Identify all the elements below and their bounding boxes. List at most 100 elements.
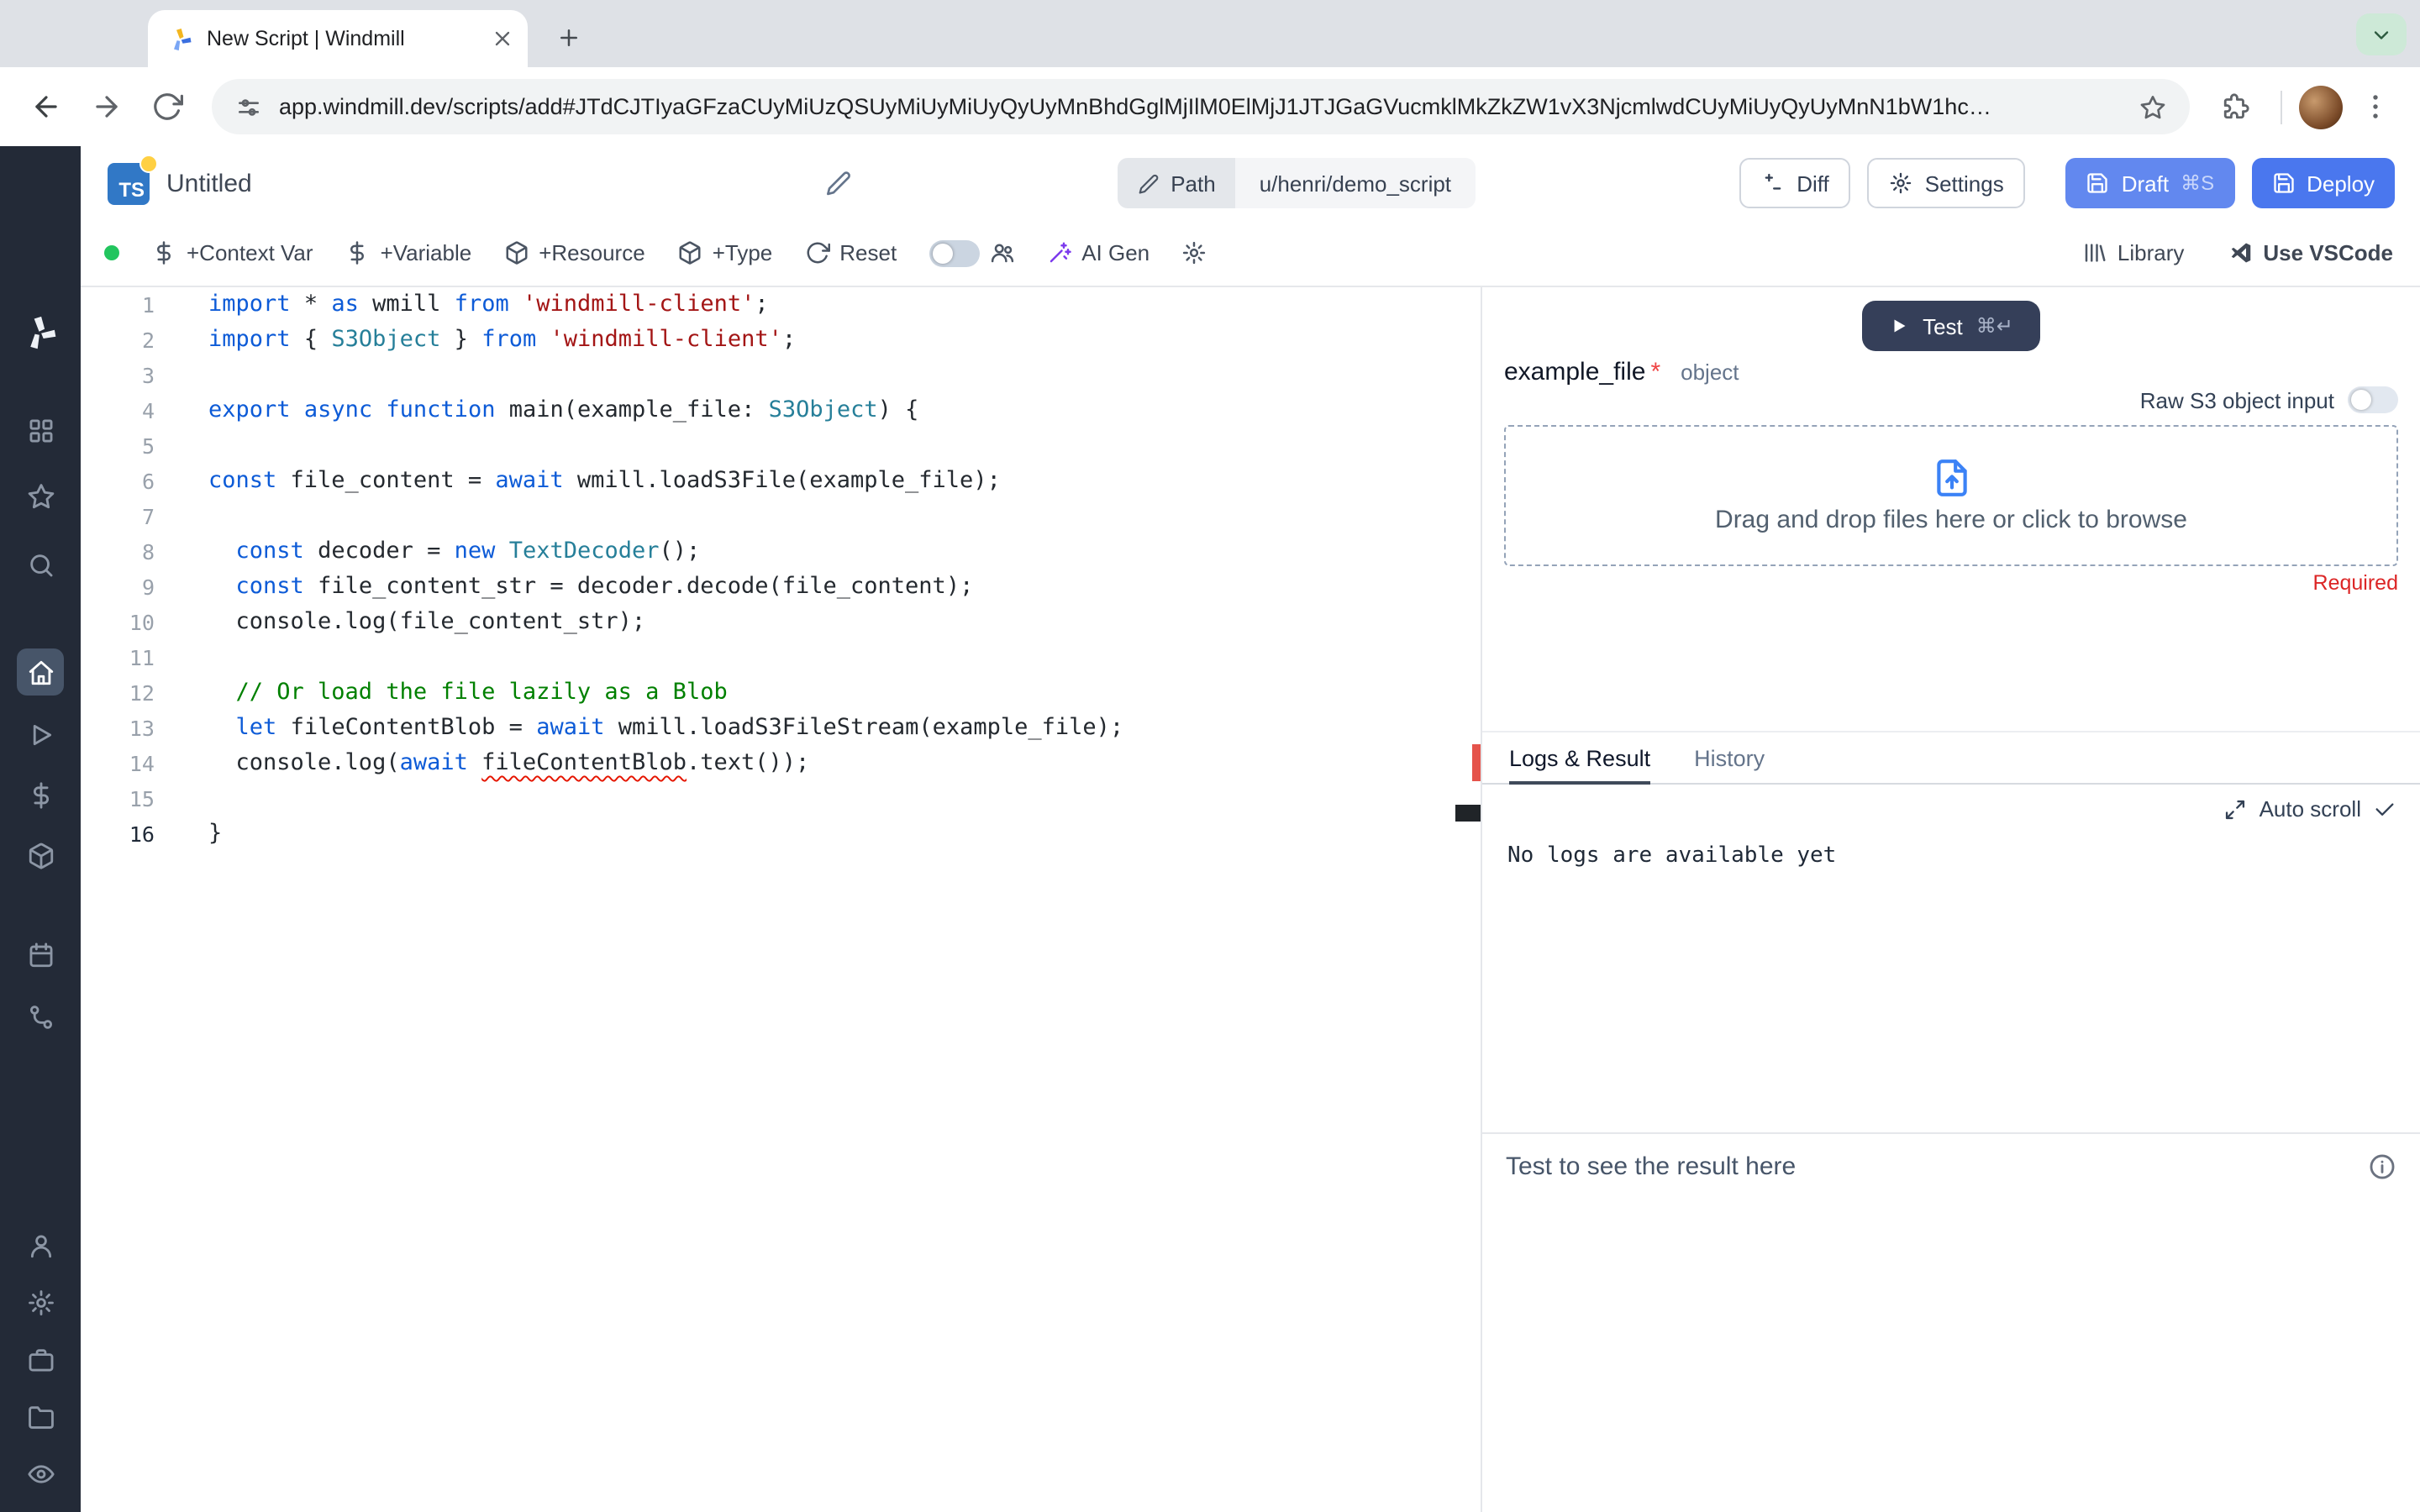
deploy-label: Deploy <box>2307 171 2375 196</box>
script-title[interactable]: Untitled <box>166 169 252 197</box>
code-line[interactable]: 10 console.log(file_content_str); <box>81 605 1481 640</box>
save-icon <box>2088 173 2108 193</box>
sidebar-item-resources[interactable] <box>17 832 64 879</box>
sidebar-item-settings[interactable] <box>17 1278 64 1326</box>
code-line[interactable]: 1 import * as wmill from 'windmill-client… <box>81 287 1481 323</box>
diff-button[interactable]: Diff <box>1739 158 1851 208</box>
gear-icon <box>1891 172 1912 194</box>
test-button[interactable]: Test ⌘↵ <box>1862 301 2040 351</box>
sidebar-item-audit-logs[interactable] <box>17 1450 64 1497</box>
path-edit-button[interactable]: Path <box>1117 158 1236 208</box>
reload-button[interactable] <box>138 78 195 135</box>
code-line[interactable]: 2 import { S3Object } from 'windmill-clie… <box>81 323 1481 358</box>
diff-label: Diff <box>1797 171 1829 196</box>
address-bar[interactable]: app.windmill.dev/scripts/add#JTdCJTIyaGF… <box>212 79 2190 134</box>
forward-button[interactable] <box>77 78 134 135</box>
tab-history[interactable]: History <box>1694 732 1765 783</box>
deploy-button[interactable]: Deploy <box>2251 158 2396 208</box>
browser-tab[interactable]: New Script | Windmill <box>148 10 528 67</box>
code-line[interactable]: 13 let fileContentBlob = await wmill.loa… <box>81 711 1481 746</box>
users-icon <box>991 244 1013 263</box>
code-line[interactable]: 3 <box>81 358 1481 393</box>
bookmark-star-icon[interactable] <box>2139 93 2166 120</box>
emoji-badge <box>139 154 158 172</box>
gear-icon <box>1183 241 1206 265</box>
sidebar-item-search[interactable] <box>17 541 64 588</box>
line-number: 11 <box>129 645 155 670</box>
extensions-button[interactable] <box>2207 78 2264 135</box>
apps-grid-icon <box>29 418 52 442</box>
script-header: TS Untitled Path u/henri/demo_script Dif… <box>81 146 2420 220</box>
back-button[interactable] <box>17 78 74 135</box>
line-number: 12 <box>129 680 155 706</box>
file-dropzone[interactable]: Drag and drop files here or click to bro… <box>1504 425 2398 566</box>
package-icon <box>28 842 53 869</box>
browser-menu-button[interactable] <box>2346 78 2403 135</box>
sidebar-item-workers[interactable] <box>17 1336 64 1383</box>
tab-logs-result[interactable]: Logs & Result <box>1509 732 1651 785</box>
use-vscode-button[interactable]: Use VSCode <box>2228 240 2393 265</box>
code-line[interactable]: 8 const decoder = new TextDecoder(); <box>81 534 1481 570</box>
sidebar-item-variables[interactable] <box>17 771 64 818</box>
auto-scroll-label: Auto scroll <box>2259 796 2361 822</box>
code-line[interactable]: 11 <box>81 640 1481 675</box>
path-control[interactable]: Path u/henri/demo_script <box>1117 158 1476 208</box>
tab-close-icon[interactable] <box>491 27 514 50</box>
script-title-field[interactable]: Untitled <box>166 169 852 197</box>
code-editor[interactable]: 1 import * as wmill from 'windmill-client… <box>81 287 1481 1512</box>
code-line[interactable]: 6 const file_content = await wmill.loadS3… <box>81 464 1481 499</box>
code-line[interactable]: 16} <box>81 816 1481 852</box>
overview-ruler-cursor-marker <box>1455 805 1481 822</box>
add-variable-button[interactable]: +Variable <box>345 240 471 265</box>
sidebar-item-home[interactable] <box>17 648 64 696</box>
new-tab-button[interactable] <box>544 13 592 60</box>
line-number: 9 <box>141 575 155 600</box>
sidebar-item-folders[interactable] <box>17 1393 64 1440</box>
code-line[interactable]: 5 <box>81 428 1481 464</box>
windmill-logo-icon <box>30 316 56 349</box>
navbar-divider <box>2281 90 2282 123</box>
library-icon <box>2085 244 2106 262</box>
sidebar-item-account[interactable] <box>17 1221 64 1268</box>
sidebar-item-apps[interactable] <box>17 407 64 454</box>
code-line[interactable]: 9 const file_content_str = decoder.decod… <box>81 570 1481 605</box>
argument-type: object <box>1681 360 1739 385</box>
status-dot <box>104 245 119 260</box>
overview-ruler-error-marker <box>1472 744 1481 781</box>
library-button[interactable]: Library <box>2082 240 2184 265</box>
windmill-logo[interactable] <box>17 309 64 356</box>
add-context-var-button[interactable]: +Context Var <box>151 240 313 265</box>
add-type-button[interactable]: +Type <box>677 240 772 265</box>
code-line[interactable]: 14 console.log(await fileContentBlob.tex… <box>81 746 1481 781</box>
code-line[interactable]: 15 <box>81 781 1481 816</box>
ai-gen-button[interactable]: AI Gen <box>1046 240 1150 265</box>
editor-settings-button[interactable] <box>1181 240 1207 265</box>
info-icon[interactable] <box>2368 1152 2396 1181</box>
maximize-icon[interactable] <box>2224 797 2248 821</box>
tab-search-button[interactable] <box>2356 13 2407 55</box>
profile-avatar[interactable] <box>2299 85 2343 129</box>
code-line[interactable]: 7 <box>81 499 1481 534</box>
sidebar-item-runs[interactable] <box>17 711 64 758</box>
site-info-icon[interactable] <box>235 93 262 120</box>
sidebar-item-flows[interactable] <box>17 993 64 1040</box>
browser-window: New Script | Windmill app.windmill.dev/s… <box>0 0 2420 1512</box>
toggle-switch[interactable] <box>929 239 980 266</box>
path-value[interactable]: u/henri/demo_script <box>1235 158 1476 208</box>
reload-icon <box>153 93 182 120</box>
add-resource-button[interactable]: +Resource <box>503 240 645 265</box>
multiplayer-toggle[interactable] <box>929 239 1014 266</box>
add-context-var-label: +Context Var <box>187 240 313 265</box>
code-line[interactable]: 4 export async function main(example_file… <box>81 393 1481 428</box>
check-icon <box>2375 802 2394 815</box>
edit-title-button[interactable] <box>825 170 852 197</box>
sidebar-item-favorites[interactable] <box>17 472 64 519</box>
auto-scroll-control[interactable]: Auto scroll <box>1482 785 2420 822</box>
code-line[interactable]: 12 // Or load the file lazily as a Blob <box>81 675 1481 711</box>
settings-button[interactable]: Settings <box>1867 158 2026 208</box>
reset-button[interactable]: Reset <box>804 240 897 265</box>
draft-button[interactable]: Draft ⌘S <box>2065 158 2235 208</box>
raw-s3-toggle[interactable] <box>2348 386 2398 413</box>
sidebar-item-schedules[interactable] <box>17 931 64 978</box>
url-text[interactable]: app.windmill.dev/scripts/add#JTdCJTIyaGF… <box>279 94 2123 119</box>
